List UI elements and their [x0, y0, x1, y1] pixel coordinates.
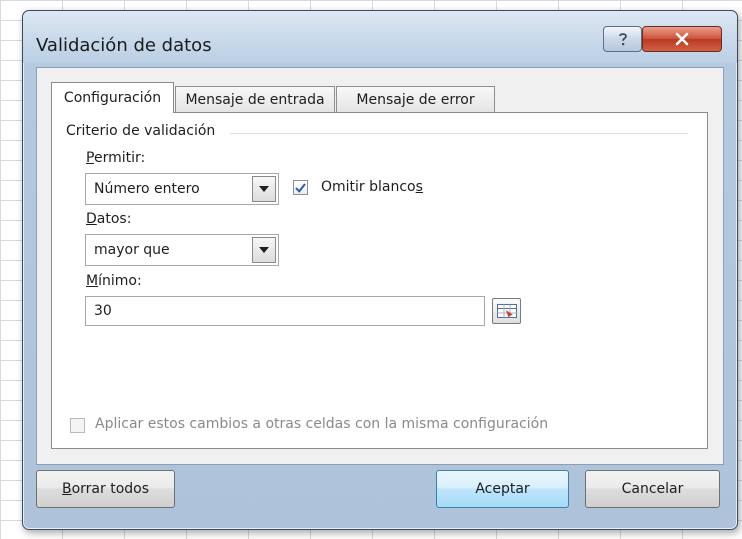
- checkmark-icon: [295, 182, 306, 193]
- tab-mensaje-de-error[interactable]: Mensaje de error: [336, 86, 495, 112]
- title-bar: Validación de datos: [23, 11, 737, 63]
- apply-all-checkbox[interactable]: [70, 418, 85, 433]
- help-button[interactable]: [603, 26, 642, 52]
- minimum-input[interactable]: 30: [85, 296, 485, 326]
- tab-mensaje-de-entrada[interactable]: Mensaje de entrada: [175, 86, 335, 112]
- data-validation-dialog: Validación de datos Configuración Mensaj…: [22, 10, 738, 530]
- tab-label: Mensaje de error: [356, 91, 475, 108]
- close-button[interactable]: [642, 26, 722, 52]
- ok-button[interactable]: Aceptar: [436, 470, 569, 508]
- range-select-button[interactable]: [492, 298, 521, 324]
- allow-label: Permitir:: [86, 150, 146, 166]
- allow-dropdown-button[interactable]: [252, 176, 276, 202]
- chevron-down-icon: [259, 247, 269, 253]
- chevron-down-icon: [259, 186, 269, 192]
- group-divider: [230, 133, 688, 134]
- apply-all-label: Aplicar estos cambios a otras celdas con…: [95, 416, 549, 432]
- question-mark-icon: [618, 33, 627, 46]
- range-select-icon: [496, 304, 517, 318]
- tab-configuracion[interactable]: Configuración: [51, 82, 174, 113]
- data-value: mayor que: [94, 242, 170, 258]
- data-dropdown-button[interactable]: [252, 237, 276, 263]
- cancel-button[interactable]: Cancelar: [585, 470, 720, 508]
- data-label: Datos:: [86, 211, 132, 227]
- clear-all-button[interactable]: Borrar todos: [36, 470, 175, 508]
- ignore-blank-label: Omitir blancos: [321, 179, 423, 195]
- dialog-title: Validación de datos: [36, 35, 212, 56]
- allow-dropdown[interactable]: Número entero: [85, 173, 279, 205]
- allow-value: Número entero: [94, 181, 200, 197]
- ignore-blank-checkbox[interactable]: [293, 180, 308, 195]
- data-dropdown[interactable]: mayor que: [85, 234, 279, 266]
- tab-label: Configuración: [63, 90, 162, 106]
- dialog-body: Configuración Mensaje de entrada Mensaje…: [36, 67, 724, 465]
- close-x-icon: [675, 32, 689, 46]
- tab-label: Mensaje de entrada: [185, 91, 325, 108]
- settings-panel: Criterio de validación Permitir: Número …: [51, 112, 708, 449]
- minimum-label: Mínimo:: [86, 273, 142, 289]
- minimum-value: 30: [94, 303, 112, 319]
- validation-criteria-label: Criterio de validación: [66, 123, 216, 139]
